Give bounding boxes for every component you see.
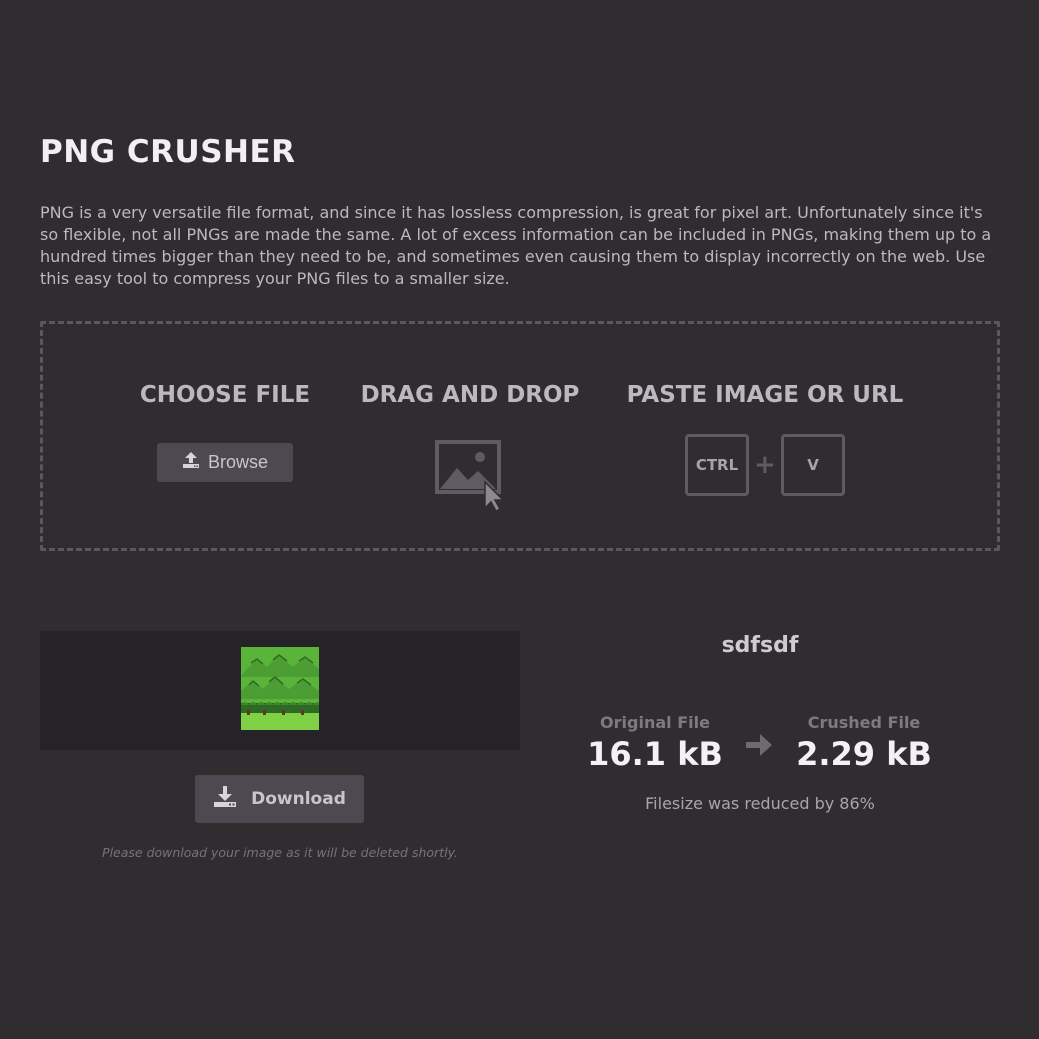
upload-icon (182, 451, 200, 474)
crushed-file-label: Crushed File (807, 713, 921, 732)
download-label: Download (251, 789, 346, 809)
upload-dropzone[interactable]: CHOOSE FILE Browse DRAG AND DROP PASTE I… (40, 321, 1000, 551)
image-preview (40, 631, 520, 750)
image-thumbnail (241, 647, 321, 734)
page-title: PNG CRUSHER (40, 134, 296, 170)
plus-sign: + (754, 450, 776, 480)
reduction-text: Filesize was reduced by 86% (645, 794, 875, 813)
browse-label: Browse (207, 452, 269, 472)
arrow-right-icon (744, 731, 774, 763)
download-icon (213, 785, 237, 813)
file-name: sdfsdf (721, 633, 799, 658)
intro-text: PNG is a very versatile file format, and… (40, 203, 992, 288)
original-file-label: Original File (600, 713, 710, 732)
choose-file-title: CHOOSE FILE (139, 382, 311, 408)
crushed-file-size: 2.29 kB (796, 735, 932, 773)
paste-title: PASTE IMAGE OR URL (626, 382, 904, 408)
ctrl-key: CTRL (685, 434, 749, 496)
v-key: V (781, 434, 845, 496)
download-button[interactable]: Download (195, 775, 364, 823)
deletion-note: Please download your image as it will be… (102, 845, 458, 860)
original-file-size: 16.1 kB (587, 735, 723, 773)
image-cursor-icon (435, 440, 507, 514)
drag-drop-title: DRAG AND DROP (360, 382, 580, 408)
browse-button[interactable]: Browse (157, 443, 293, 482)
